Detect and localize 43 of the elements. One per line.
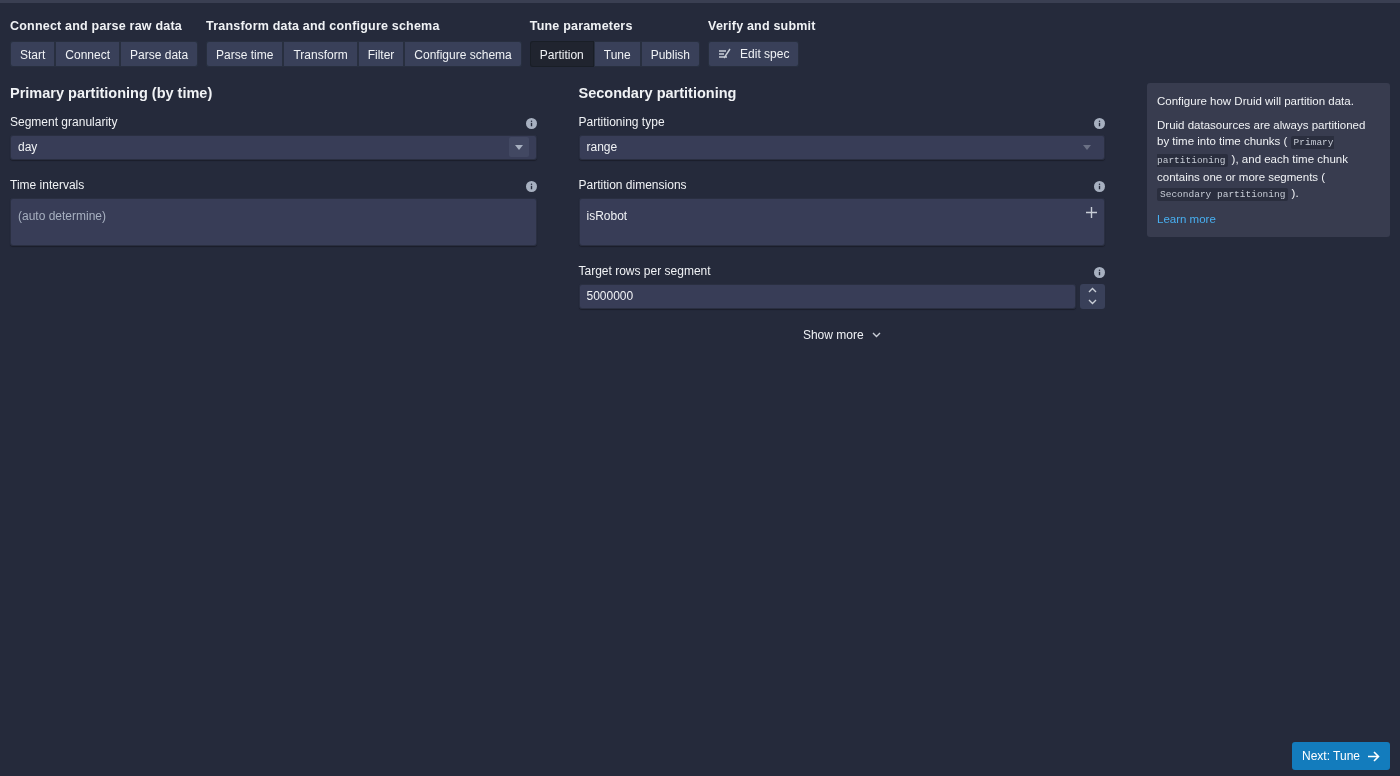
info-icon: [1094, 181, 1105, 192]
field-label: Target rows per segment: [578, 262, 711, 280]
field-label: Segment granularity: [10, 113, 118, 131]
info-icon: [1094, 267, 1105, 278]
step-tab[interactable]: Publish: [640, 40, 701, 67]
step-tab[interactable]: Configure schema: [404, 40, 522, 67]
step-tab[interactable]: Parse time: [206, 40, 284, 67]
step-tab[interactable]: Start: [10, 40, 56, 67]
caret-down-icon: [514, 144, 523, 150]
step-tab[interactable]: Partition: [529, 40, 594, 67]
step-group-title: Verify and submit: [708, 18, 816, 35]
next-button[interactable]: Next: Tune: [1291, 742, 1390, 770]
field-label: Partition dimensions: [578, 176, 687, 194]
number-input-field[interactable]: 5000000: [578, 283, 1076, 309]
stepper-buttons[interactable]: [1080, 283, 1105, 309]
field-label: Time intervals: [10, 176, 85, 194]
info-paragraph: Druid datasources are always partitioned by time into time chunks ( Primary partitioning ), and each time chunk contains one or more segments ( Secondary partitioning ).: [1157, 117, 1367, 203]
step-group-title: Transform data and configure schema: [206, 18, 441, 35]
plus-icon[interactable]: [1086, 206, 1097, 218]
chevron-down-icon[interactable]: [1088, 299, 1097, 306]
step-tab[interactable]: Edit spec: [708, 40, 800, 67]
info-icon: [525, 118, 537, 129]
show-more-button[interactable]: Show more: [796, 324, 887, 345]
info-text: Configure how Druid will partition data.: [1157, 93, 1355, 109]
learn-more-link[interactable]: Learn more: [1157, 212, 1216, 225]
section-title: Primary partitioning (by time): [10, 83, 214, 103]
step-tab[interactable]: Connect: [55, 40, 121, 67]
tag-input-field[interactable]: isRobot: [578, 197, 1105, 246]
step-group-title: Tune parameters: [529, 18, 634, 35]
step-group-title: Connect and parse raw data: [10, 18, 183, 35]
chevron-down-icon: [871, 331, 881, 338]
field-label: Partitioning type: [578, 113, 665, 131]
arrow-right-icon: [1368, 750, 1380, 762]
text-area-field[interactable]: (auto determine): [10, 197, 537, 246]
chevron-up-icon[interactable]: [1088, 286, 1097, 293]
select-field[interactable]: day: [10, 134, 537, 160]
info-icon: [525, 181, 537, 192]
info-icon: [1094, 118, 1105, 129]
step-tab[interactable]: Parse data: [120, 40, 199, 67]
step-tab[interactable]: Tune: [593, 40, 641, 67]
step-tab[interactable]: Filter: [357, 40, 405, 67]
step-tab[interactable]: Transform: [283, 40, 358, 67]
section-title: Secondary partitioning: [578, 83, 738, 103]
